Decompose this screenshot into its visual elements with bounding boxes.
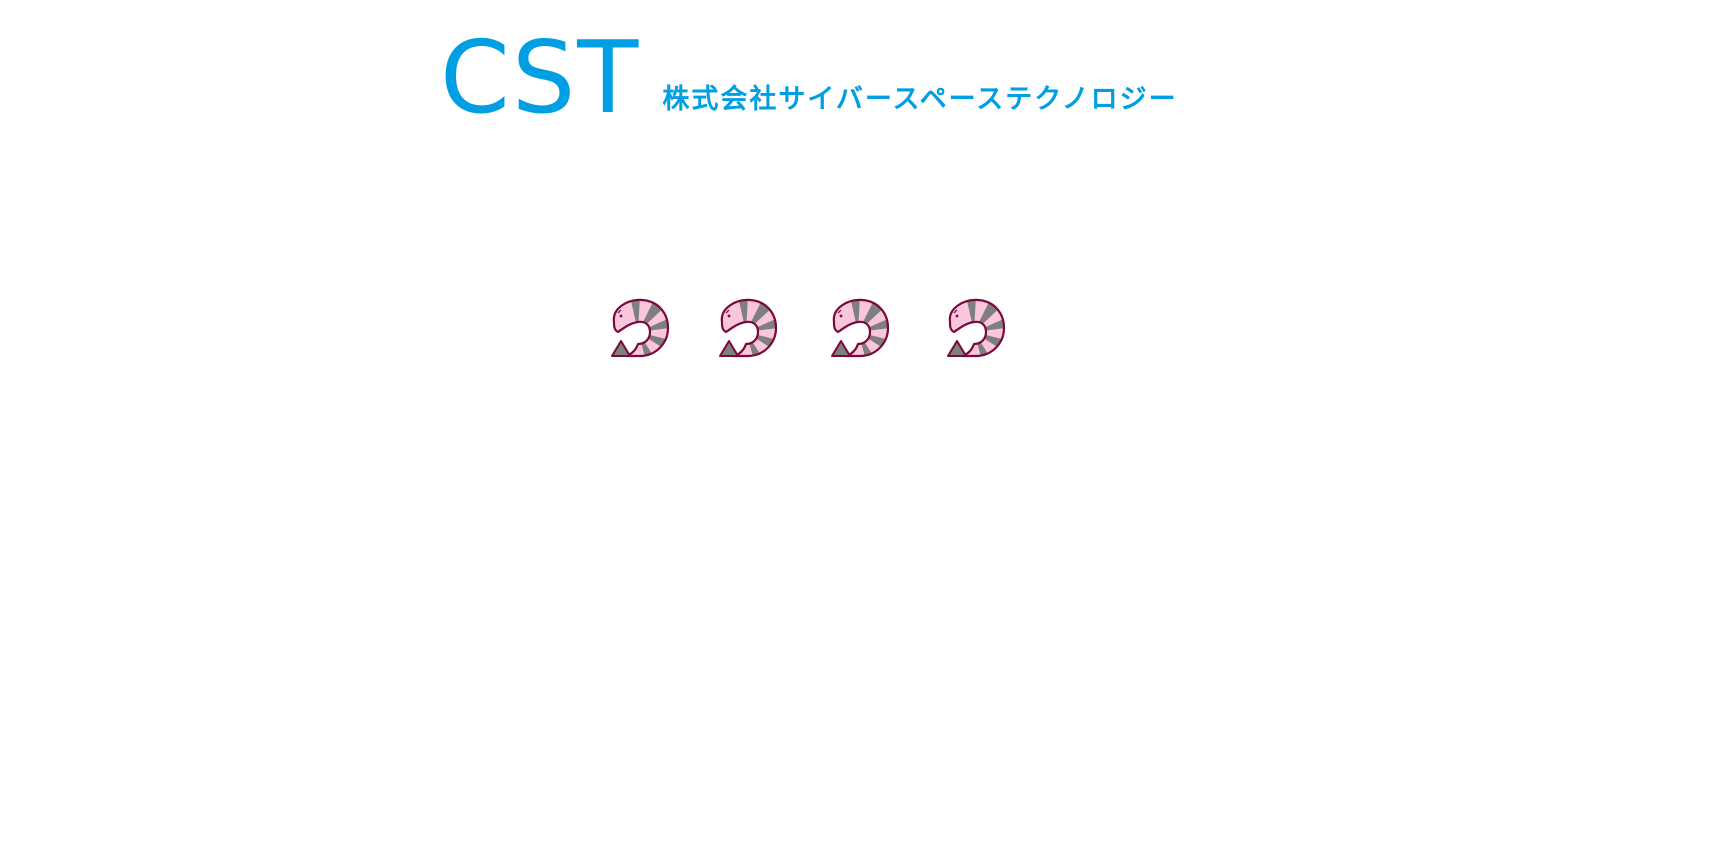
shrimp-icon bbox=[942, 296, 1006, 360]
site-header: CST 株式会社サイバースペーステクノロジー bbox=[440, 28, 1178, 128]
shrimp-icon bbox=[714, 296, 778, 360]
shrimp-icon bbox=[606, 296, 670, 360]
logo-text: CST bbox=[440, 19, 641, 136]
loading-indicator bbox=[606, 296, 1006, 360]
company-name: 株式会社サイバースペーステクノロジー bbox=[662, 84, 1178, 115]
shrimp-icon bbox=[826, 296, 890, 360]
